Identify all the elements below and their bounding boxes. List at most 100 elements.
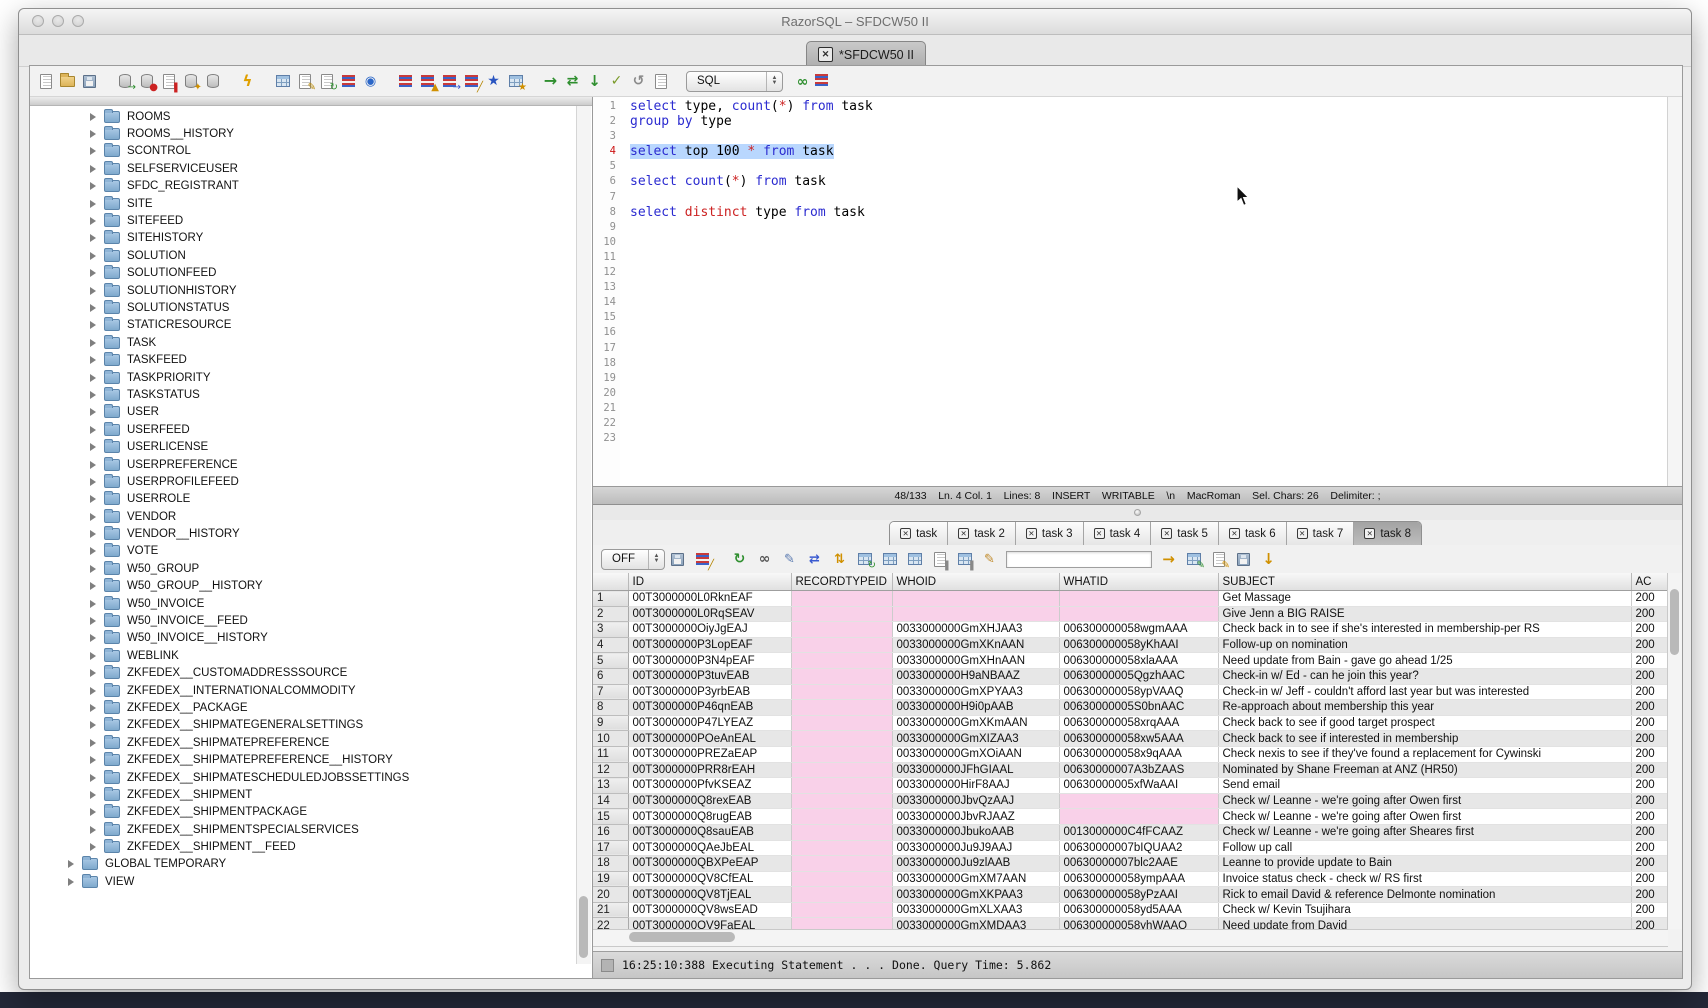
table-cell-recordtypeid[interactable] (791, 856, 892, 872)
splitter-grip-icon[interactable] (1134, 509, 1141, 516)
table-cell-whatid[interactable]: 006300000058ympAAA (1059, 871, 1218, 887)
disclosure-triangle-icon[interactable] (90, 478, 96, 486)
table-row[interactable]: 300T3000000OiyJgEAJ 0033000000GmXHJAA300… (593, 622, 1668, 638)
disclosure-triangle-icon[interactable] (90, 461, 96, 469)
tab-close-icon[interactable]: ✕ (1161, 528, 1172, 539)
tree-item-task[interactable]: TASK (30, 334, 592, 351)
table-cell-id[interactable]: 00T3000000Q8sauEAB (628, 824, 791, 840)
table-cell-recordtypeid[interactable] (791, 731, 892, 747)
table-cell-whoid[interactable]: 0033000000GmXIZAA3 (892, 731, 1059, 747)
table-row[interactable]: 100T3000000L0RknEAF Get Massage200 (593, 591, 1668, 607)
table-cell-rownum[interactable]: 22 (593, 918, 628, 929)
status-stop-icon[interactable] (601, 959, 614, 972)
table-cell-subject[interactable]: Need update from Bain - gave go ahead 1/… (1218, 653, 1631, 669)
table-cell-id[interactable]: 00T3000000PRR8rEAH (628, 762, 791, 778)
tree-item-view[interactable]: VIEW (30, 873, 592, 890)
table-row[interactable]: 400T3000000P3LopEAF 0033000000GmXKnAAN00… (593, 637, 1668, 653)
table-cell-whatid[interactable] (1059, 591, 1218, 607)
tree-item-userrole[interactable]: USERROLE (30, 491, 592, 508)
format-sql-icon[interactable] (396, 72, 415, 91)
table-row[interactable]: 700T3000000P3yrbEAB 0033000000GmXPYAA300… (593, 684, 1668, 700)
tree-item-vendor-history[interactable]: VENDOR__HISTORY (30, 525, 592, 542)
code-line[interactable]: select type, count(*) from task (630, 99, 1682, 114)
table-cell-ac[interactable]: 200 (1631, 591, 1668, 607)
table-cell-whoid[interactable]: 0033000000GmXPYAA3 (892, 684, 1059, 700)
disclosure-triangle-icon[interactable] (90, 565, 96, 573)
open-file-icon[interactable] (58, 72, 77, 91)
table-cell-whoid[interactable]: 0033000000JbvRJAAZ (892, 809, 1059, 825)
execute-statement-icon[interactable]: → (541, 72, 560, 91)
disclosure-triangle-icon[interactable] (90, 200, 96, 208)
minimize-window-icon[interactable] (52, 15, 64, 27)
notes-edit-icon[interactable]: ✎ (1209, 550, 1228, 569)
statement-mode-select[interactable]: SQL ▲▼ (686, 71, 783, 92)
table-cell-recordtypeid[interactable] (791, 684, 892, 700)
tree-item-userpreference[interactable]: USERPREFERENCE (30, 456, 592, 473)
disclosure-triangle-icon[interactable] (90, 843, 96, 851)
disclosure-triangle-icon[interactable] (90, 547, 96, 555)
results-list-icon[interactable] (812, 71, 831, 90)
tree-item-w50-group[interactable]: W50_GROUP (30, 560, 592, 577)
disclosure-triangle-icon[interactable] (90, 426, 96, 434)
tab-close-icon[interactable]: ✕ (1364, 528, 1375, 539)
column-header-rownum[interactable] (593, 573, 628, 591)
sort-arrows-icon[interactable]: ⇅ (830, 550, 849, 569)
disclosure-triangle-icon[interactable] (90, 182, 96, 190)
indent-lines-icon[interactable]: → (440, 72, 459, 91)
table-cell-subject[interactable]: Need update from David (1218, 918, 1631, 929)
fetch-more-icon[interactable]: ↓ (1259, 550, 1278, 569)
tree-item-rooms[interactable]: ROOMS (30, 108, 592, 125)
sql-history-icon[interactable] (651, 72, 670, 91)
table-cell-subject[interactable]: Invoice status check - check w/ RS first (1218, 871, 1631, 887)
result-tab-task-2[interactable]: ✕task 2 (948, 522, 1016, 545)
table-cell-recordtypeid[interactable] (791, 606, 892, 622)
code-line[interactable] (630, 220, 1682, 235)
disclosure-triangle-icon[interactable] (90, 808, 96, 816)
table-cell-recordtypeid[interactable] (791, 809, 892, 825)
table-cell-rownum[interactable]: 20 (593, 887, 628, 903)
rollback-undo-icon[interactable]: ↺ (629, 72, 648, 91)
filter-results-icon[interactable]: ╱ (693, 550, 712, 569)
table-cell-id[interactable]: 00T3000000QV9FaEAL (628, 918, 791, 929)
table-cell-subject[interactable]: Rick to email David & reference Delmonte… (1218, 887, 1631, 903)
tree-item-sitefeed[interactable]: SITEFEED (30, 212, 592, 229)
table-cell-rownum[interactable]: 2 (593, 606, 628, 622)
table-row[interactable]: 1800T3000000QBXPeEAP 0033000000Ju9zlAAB0… (593, 856, 1668, 872)
table-cell-ac[interactable]: 200 (1631, 887, 1668, 903)
table-cell-id[interactable]: 00T3000000QV8CfEAL (628, 871, 791, 887)
disclosure-triangle-icon[interactable] (90, 774, 96, 782)
table-cell-ac[interactable]: 200 (1631, 700, 1668, 716)
table-cell-recordtypeid[interactable] (791, 746, 892, 762)
copy-results-icon[interactable]: ❚ (930, 550, 949, 569)
table-edit-icon[interactable]: ✎ (1184, 550, 1203, 569)
edit-results-icon[interactable]: ✎ (780, 550, 799, 569)
tree-item-zkfedex-shipmentpackage[interactable]: ZKFEDEX__SHIPMENTPACKAGE (30, 804, 592, 821)
table-cell-recordtypeid[interactable] (791, 622, 892, 638)
tree-item-zkfedex-shipmatepreference-history[interactable]: ZKFEDEX__SHIPMATEPREFERENCE__HISTORY (30, 751, 592, 768)
table-row[interactable]: 1900T3000000QV8CfEAL 0033000000GmXM7AAN0… (593, 871, 1668, 887)
tree-item-solutionfeed[interactable]: SOLUTIONFEED (30, 265, 592, 282)
table-cell-recordtypeid[interactable] (791, 700, 892, 716)
disclosure-triangle-icon[interactable] (90, 408, 96, 416)
table-cell-ac[interactable]: 200 (1631, 637, 1668, 653)
table-refresh-icon[interactable]: ↻ (855, 550, 874, 569)
sql-editor[interactable]: 1234567891011121314151617181920212223 se… (593, 97, 1682, 486)
disclosure-triangle-icon[interactable] (90, 252, 96, 260)
table-cell-subject[interactable]: Check back in to see if she's interested… (1218, 622, 1631, 638)
table-cell-ac[interactable]: 200 (1631, 715, 1668, 731)
new-connection-icon[interactable]: ✦ (181, 72, 200, 91)
table-cell-recordtypeid[interactable] (791, 653, 892, 669)
table-cell-whatid[interactable]: 00630000005S0bnAAC (1059, 700, 1218, 716)
table-cell-whatid[interactable]: 00630000005QgzhAAC (1059, 668, 1218, 684)
table-cell-whoid[interactable] (892, 606, 1059, 622)
disclosure-triangle-icon[interactable] (68, 860, 74, 868)
table-cell-whoid[interactable]: 0033000000GmXHJAA3 (892, 622, 1059, 638)
table-cell-id[interactable]: 00T3000000QAeJbEAL (628, 840, 791, 856)
table-cell-whatid[interactable]: 006300000058yd5AAA (1059, 902, 1218, 918)
describe-table-icon[interactable] (273, 72, 292, 91)
table-row[interactable]: 1100T3000000PREZaEAP 0033000000GmXOiAAN0… (593, 746, 1668, 762)
table-cell-rownum[interactable]: 18 (593, 856, 628, 872)
table-cell-rownum[interactable]: 15 (593, 809, 628, 825)
table-cell-whatid[interactable]: 00630000005xfWaAAI (1059, 778, 1218, 794)
table-cell-id[interactable]: 00T3000000Q8rexEAB (628, 793, 791, 809)
